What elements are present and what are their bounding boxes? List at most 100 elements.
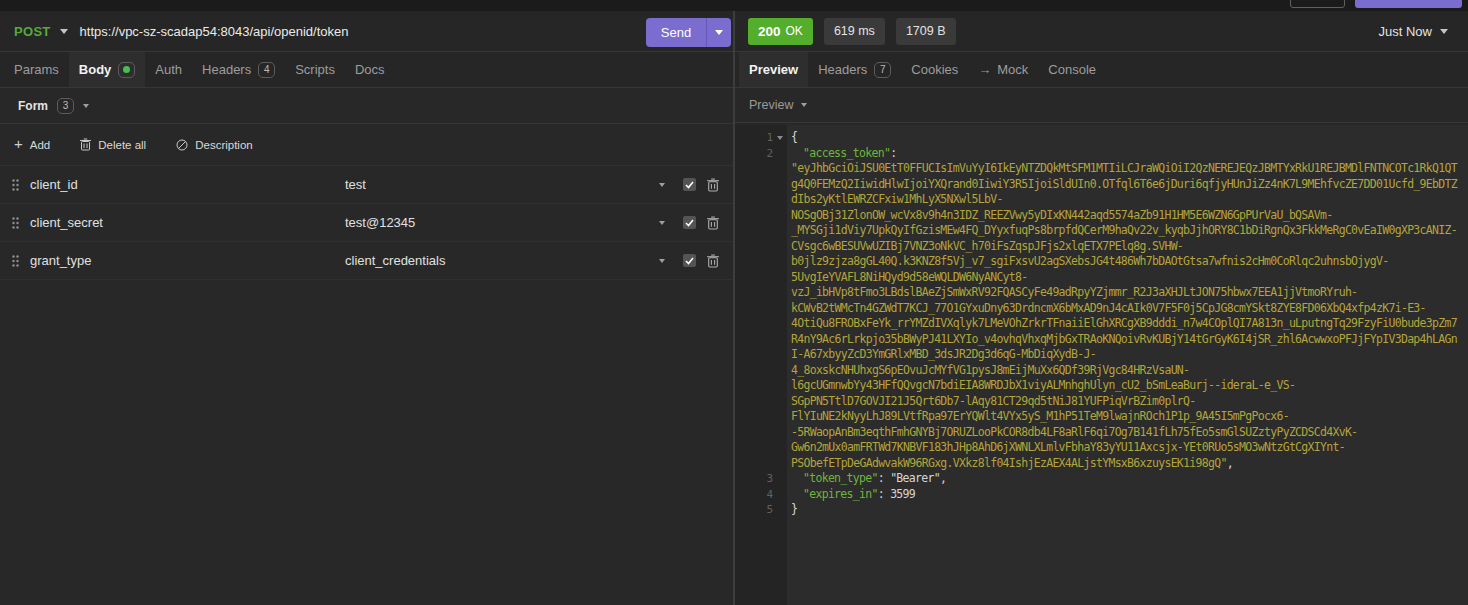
method-dropdown-icon[interactable] <box>60 29 68 34</box>
param-value-field[interactable]: client_credentials <box>345 253 445 268</box>
description-button[interactable]: Description <box>176 139 253 151</box>
code-line: PSObefETpDeGAdwvakW96RGxg.VXkz8lf04IshjE… <box>735 456 1468 472</box>
code-line: 2"access_token": <box>735 146 1468 162</box>
drag-handle-icon[interactable] <box>12 217 19 229</box>
line-number: 4 <box>735 487 773 503</box>
preview-mode-selector[interactable]: Preview <box>735 88 1468 123</box>
param-options-dropdown-icon[interactable] <box>659 183 665 187</box>
form-row: client_secret test@12345 <box>0 204 733 242</box>
code-line: 4"expires_in": 3599 <box>735 487 1468 503</box>
method-label[interactable]: POST <box>14 24 51 39</box>
code-text: b0jlz9zjza8gGL40Q.k3KNZ8f5Vj_v7_sgiFxsvU… <box>791 254 1388 270</box>
request-tab-scripts[interactable]: Scripts <box>285 52 345 87</box>
param-enabled-checkbox[interactable] <box>683 216 696 229</box>
response-tab-console[interactable]: Console <box>1038 52 1106 87</box>
response-tab-headers[interactable]: Headers7 <box>808 52 901 87</box>
history-dropdown[interactable]: Just Now <box>1379 24 1448 39</box>
code-line: vzJ_ibHVp8tFmo3LBdslBAeZjSmWxRV92FQASCyF… <box>735 285 1468 301</box>
request-tab-headers[interactable]: Headers4 <box>192 52 285 87</box>
tab-label: Headers <box>818 62 867 77</box>
tab-count-badge: 4 <box>258 62 275 78</box>
request-tab-params[interactable]: Params <box>4 52 69 87</box>
code-line: kCWvB2tWMcTn4GZWdT7KCJ_77O1GYxuDny63Drdn… <box>735 301 1468 317</box>
delete-all-button[interactable]: Delete all <box>80 138 146 151</box>
tab-label: Docs <box>355 62 385 77</box>
code-text: l6gcUGmnwbYy43HFfQQvgcN7bdiEIA8WRDJbX1vi… <box>791 378 1295 394</box>
body-type-label: Form <box>18 99 48 113</box>
line-number: 3 <box>735 471 773 487</box>
code-text: Gw6n2mUx0amFRTWd7KNBVF183hJHp8AhD6jXWNLX… <box>791 440 1345 456</box>
code-text: g4Q0FEMzQ2IiwidHlwIjoiYXQrand0IiwiY3R5Ij… <box>791 177 1457 193</box>
param-key-field[interactable]: client_secret <box>30 215 103 230</box>
code-text: 4_8oxskcNHUhxgS6pEOvuJcMYfVG1pysJ8mEijMu… <box>791 363 1189 379</box>
code-line: _MYSGji1dViy7UpkQyIfGzisMEw4FQ_DYyxfuqPs… <box>735 223 1468 239</box>
send-button-label[interactable]: Send <box>646 18 706 47</box>
form-toolbar: + Add Delete all <box>0 124 733 166</box>
param-key-field[interactable]: grant_type <box>30 253 91 268</box>
send-button[interactable]: Send <box>646 18 731 47</box>
check-icon <box>685 257 694 265</box>
code-text: I-A67xbyyZcD3YmGRlxMBD_3dsJR2Dg3d6qG-MbD… <box>791 347 1096 363</box>
drag-handle-icon[interactable] <box>12 179 19 191</box>
url-bar: POST https://vpc-sz-scadap54:8043/api/op… <box>0 11 733 52</box>
param-delete-icon[interactable] <box>707 216 719 230</box>
description-icon <box>176 139 188 151</box>
tab-label: Scripts <box>295 62 335 77</box>
code-line: R4nY9Ac6rLrkpjo35bBWyPJ41LXYIo_v4ovhqVhx… <box>735 332 1468 348</box>
response-status-bar: 200OK 619 ms 1709 B Just Now <box>735 11 1468 52</box>
form-rows: client_id test client_secret test@12345 gran… <box>0 166 733 280</box>
cutoff-primary-button[interactable] <box>1355 0 1462 8</box>
request-tab-docs[interactable]: Docs <box>345 52 395 87</box>
code-text: SGpPN5TtlD7GOVJI21J5Qrt6Db7-lAqy81CT29qd… <box>791 394 1196 410</box>
param-enabled-checkbox[interactable] <box>683 254 696 267</box>
add-button[interactable]: + Add <box>14 138 50 151</box>
response-body-viewer[interactable]: 1{2"access_token":"eyJhbGciOiJSU0EtT0FFU… <box>735 125 1468 605</box>
tab-label: Mock <box>997 62 1028 77</box>
code-text: "token_type": "Bearer", <box>803 471 946 487</box>
form-row: grant_type client_credentials <box>0 242 733 280</box>
param-enabled-checkbox[interactable] <box>683 178 696 191</box>
code-line: 5UvgIeYVAFL8NiHQyd9d58eWQLDW6NyANCyt8- <box>735 270 1468 286</box>
body-active-dot-badge <box>118 62 135 78</box>
code-line: FlYIuNE2kNyyLhJ89LVtfRpa97ErYQWlt4VYx5yS… <box>735 409 1468 425</box>
app-window: POST https://vpc-sz-scadap54:8043/api/op… <box>0 0 1468 605</box>
param-options-dropdown-icon[interactable] <box>659 259 665 263</box>
param-value-field[interactable]: test@12345 <box>345 215 415 230</box>
code-line: 5} <box>735 502 1468 518</box>
param-key-field[interactable]: client_id <box>30 177 78 192</box>
body-type-selector[interactable]: Form 3 <box>0 88 733 124</box>
send-dropdown-icon[interactable] <box>707 18 731 47</box>
fold-caret-icon[interactable] <box>777 135 783 140</box>
code-line: -5RWaopAnBm3eqthFmhGNYBj7ORUZLooPkCOR8db… <box>735 425 1468 441</box>
param-options-dropdown-icon[interactable] <box>659 221 665 225</box>
param-delete-icon[interactable] <box>707 254 719 268</box>
preview-mode-dropdown-icon <box>801 103 807 107</box>
url-input[interactable]: https://vpc-sz-scadap54:8043/api/openid/… <box>80 24 349 39</box>
drag-handle-icon[interactable] <box>12 255 19 267</box>
request-pane: POST https://vpc-sz-scadap54:8043/api/op… <box>0 11 733 605</box>
green-dot-icon <box>123 66 130 73</box>
request-tab-auth[interactable]: Auth <box>145 52 192 87</box>
code-text: _MYSGji1dViy7UpkQyIfGzisMEw4FQ_DYyxfuqPs… <box>791 223 1457 239</box>
code-text: CVsgc6wBESUVwUZIBj7VNZ3oNkVC_h70iFsZqspJ… <box>791 239 1183 255</box>
response-tab-mock[interactable]: →Mock <box>968 52 1038 87</box>
request-tab-body[interactable]: Body <box>69 52 146 87</box>
code-text: } <box>791 502 797 518</box>
code-line: NOSgOBj31ZlonOW_wcVx8v9h4n3IDZ_REEZVwy5y… <box>735 208 1468 224</box>
response-tab-preview[interactable]: Preview <box>739 52 808 87</box>
code-line: g4Q0FEMzQ2IiwidHlwIjoiYXQrand0IiwiY3R5Ij… <box>735 177 1468 193</box>
body-type-dropdown-icon[interactable] <box>83 104 89 108</box>
check-icon <box>685 219 694 227</box>
param-delete-icon[interactable] <box>707 178 719 192</box>
top-strip <box>0 0 1468 11</box>
tab-label: Console <box>1048 62 1096 77</box>
code-text: NOSgOBj31ZlonOW_wcVx8v9h4n3IDZ_REEZVwy5y… <box>791 208 1332 224</box>
response-tab-cookies[interactable]: Cookies <box>901 52 968 87</box>
cutoff-outline-button[interactable] <box>1290 0 1345 8</box>
code-line: CVsgc6wBESUVwUZIBj7VNZ3oNkVC_h70iFsZqspJ… <box>735 239 1468 255</box>
code-text: R4nY9Ac6rLrkpjo35bBWyPJ41LXYIo_v4ovhqVhx… <box>791 332 1457 348</box>
code-line: "eyJhbGciOiJSU0EtT0FFUCIsImVuYyI6IkEyNTZ… <box>735 161 1468 177</box>
code-line: b0jlz9zjza8gGL40Q.k3KNZ8f5Vj_v7_sgiFxsvU… <box>735 254 1468 270</box>
code-text: dIbs2yKtlEWRZCFxiw1MhLyX5NXwl5LbV- <box>791 192 1003 208</box>
param-value-field[interactable]: test <box>345 177 366 192</box>
